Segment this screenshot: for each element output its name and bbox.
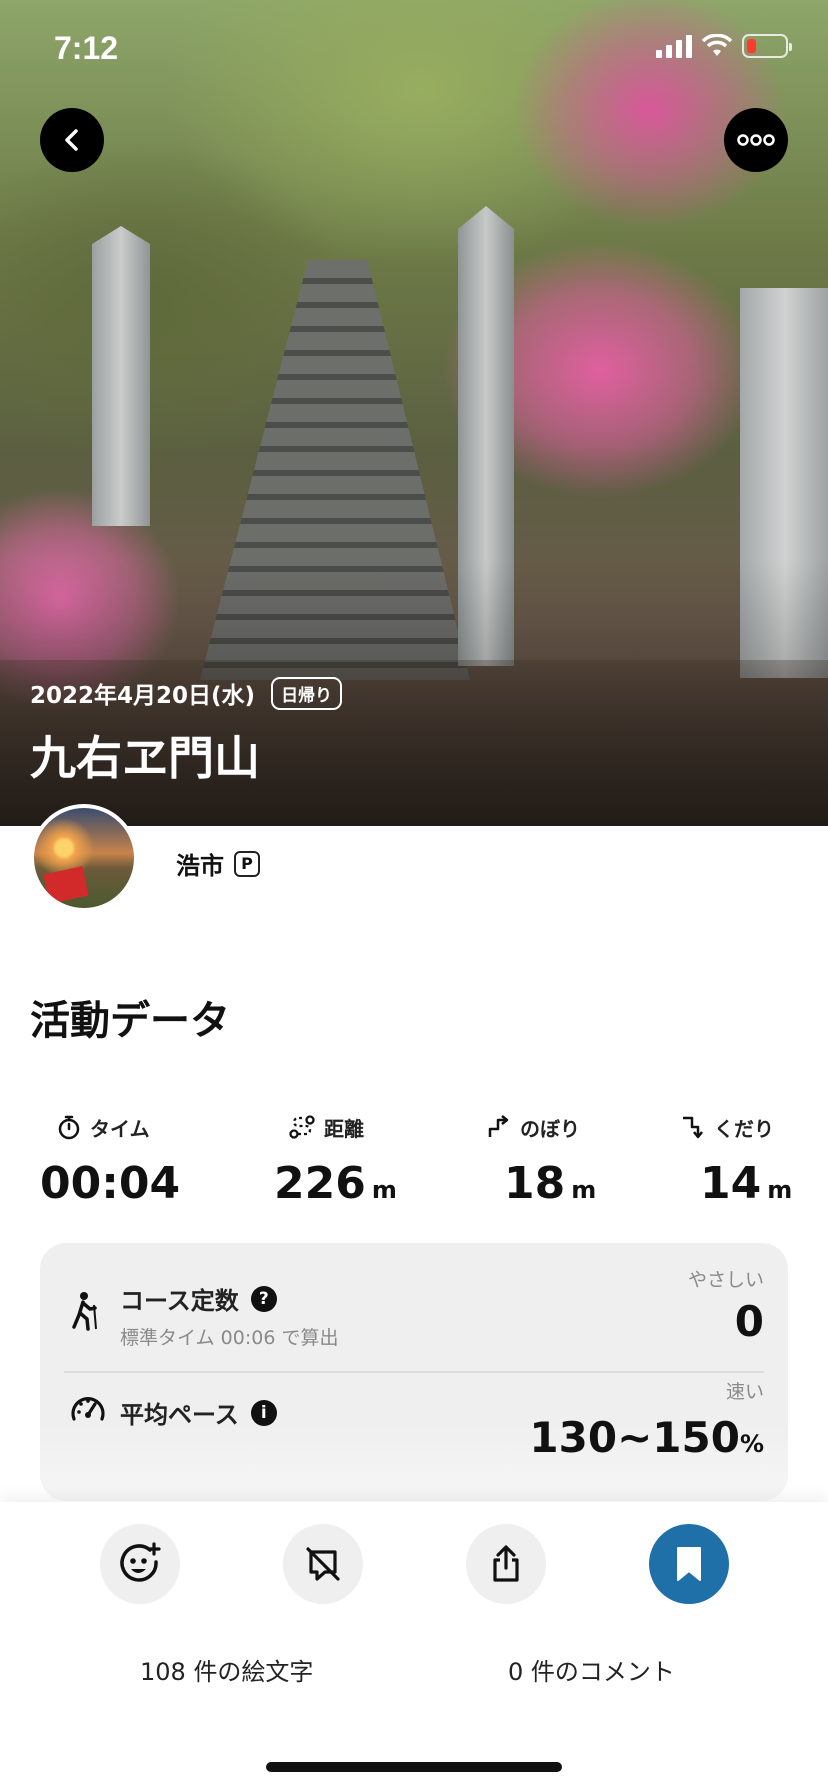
avg-pace-row[interactable]: 平均ペース i 速い 130~150%	[40, 1373, 788, 1501]
section-title-activity-data: 活動データ	[30, 998, 230, 1044]
course-stats-card: コース定数 ? 標準タイム 00:06 で算出 やさしい 0 平均ペース i 速…	[40, 1243, 788, 1501]
stat-descent-label: くだり	[714, 1116, 774, 1141]
ascent-icon	[488, 1115, 509, 1137]
status-time: 7:12	[54, 30, 119, 66]
stat-distance: 距離 226 m	[274, 1112, 397, 1209]
more-dots-icon	[737, 134, 775, 146]
stat-time-value-row: 00:04	[40, 1158, 180, 1209]
add-emoji-button[interactable]	[100, 1524, 180, 1604]
bottom-action-bar: 108 件の絵文字 0 件のコメント	[0, 1502, 828, 1792]
stat-ascent-value-row: 18 m	[504, 1158, 596, 1209]
stat-distance-label-row: 距離	[288, 1112, 397, 1142]
comment-off-icon	[306, 1547, 340, 1581]
user-row[interactable]: 浩市 P	[176, 846, 260, 881]
stat-ascent-unit: m	[571, 1176, 597, 1204]
share-button[interactable]	[466, 1524, 546, 1604]
mountain-title: 九右ヱ門山	[30, 731, 260, 785]
avg-pace-title-row: 平均ペース i	[120, 1395, 277, 1430]
stat-descent-label-row: くだり	[680, 1112, 792, 1142]
stat-descent-unit: m	[767, 1176, 793, 1204]
signal-icon	[656, 34, 692, 58]
stat-descent-value-row: 14 m	[700, 1158, 792, 1209]
status-icons	[656, 34, 792, 58]
photo-stone-pillar-left	[92, 226, 150, 526]
stat-distance-label: 距離	[324, 1116, 364, 1141]
premium-badge: P	[234, 850, 260, 877]
course-constant-value: 0	[734, 1297, 764, 1346]
back-button[interactable]	[40, 108, 104, 172]
stat-time-value: 00:04	[40, 1158, 181, 1209]
help-icon[interactable]: ?	[250, 1285, 277, 1312]
chevron-left-icon	[65, 129, 78, 151]
user-name: 浩市	[176, 852, 224, 880]
stat-ascent-label-row: のぼり	[486, 1112, 596, 1142]
day-trip-badge: 日帰り	[271, 676, 343, 710]
battery-icon	[742, 34, 792, 58]
route-icon	[289, 1115, 315, 1139]
comment-disabled-button[interactable]	[283, 1524, 363, 1604]
avg-pace-tag: 速い	[725, 1381, 764, 1403]
hiker-icon	[72, 1292, 97, 1331]
stat-distance-unit: m	[371, 1176, 397, 1204]
bookmark-button[interactable]	[649, 1524, 729, 1604]
stat-time: タイム 00:04	[40, 1112, 180, 1209]
share-icon	[493, 1545, 519, 1582]
emoji-count[interactable]: 108 件の絵文字	[140, 1652, 313, 1687]
avatar[interactable]	[30, 804, 138, 912]
stat-time-label-row: タイム	[56, 1112, 180, 1142]
stopwatch-icon	[58, 1115, 80, 1140]
activity-date-row: 2022年4月20日(水) 日帰り	[30, 676, 343, 710]
course-constant-title: コース定数	[120, 1287, 239, 1315]
stat-ascent-label: のぼり	[520, 1116, 580, 1141]
bookmark-icon	[677, 1547, 701, 1581]
course-constant-tag: やさしい	[687, 1269, 764, 1291]
avg-pace-title: 平均ペース	[120, 1401, 239, 1429]
stat-time-label: タイム	[90, 1116, 150, 1141]
speedometer-icon	[71, 1397, 105, 1421]
comment-count[interactable]: 0 件のコメント	[508, 1652, 675, 1687]
stat-ascent-value: 18	[504, 1158, 566, 1209]
course-constant-sub: 標準タイム 00:06 で算出	[120, 1327, 339, 1349]
more-options-button[interactable]	[724, 108, 788, 172]
avg-pace-unit: %	[739, 1430, 764, 1458]
wifi-icon	[702, 34, 732, 56]
stat-distance-value: 226	[274, 1158, 366, 1209]
stat-descent-value: 14	[700, 1158, 762, 1209]
stats-row: タイム 00:04 距離 226 m のぼり 18 m くだり 14 m	[0, 1112, 828, 1212]
descent-icon	[683, 1116, 703, 1139]
home-indicator	[266, 1762, 562, 1772]
stat-ascent: のぼり 18 m	[484, 1112, 596, 1209]
info-icon[interactable]: i	[250, 1399, 277, 1426]
emoji-add-icon	[120, 1542, 161, 1582]
stat-distance-value-row: 226 m	[274, 1158, 397, 1209]
stat-descent: くだり 14 m	[680, 1112, 792, 1209]
course-constant-row[interactable]: コース定数 ? 標準タイム 00:06 で算出 やさしい 0	[40, 1243, 788, 1371]
avg-pace-value: 130~150	[529, 1413, 740, 1462]
avg-pace-value-row: 130~150%	[529, 1413, 764, 1462]
course-constant-title-row: コース定数 ?	[120, 1281, 277, 1316]
activity-date: 2022年4月20日(水)	[30, 683, 256, 709]
